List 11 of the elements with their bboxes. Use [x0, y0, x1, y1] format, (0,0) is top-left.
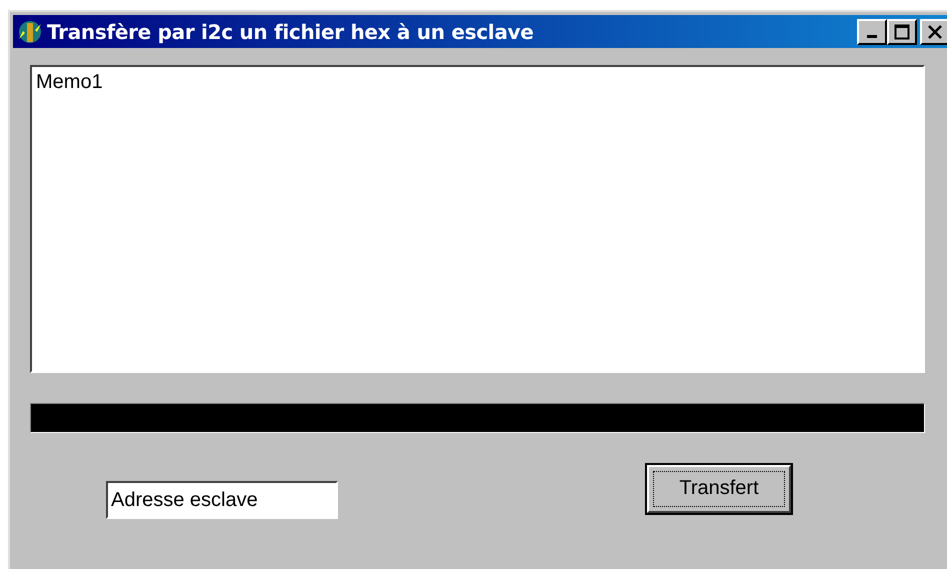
app-icon: [17, 18, 43, 44]
minimize-button[interactable]: [857, 18, 887, 44]
minimize-icon: [867, 35, 877, 38]
address-field[interactable]: Adresse esclave: [106, 481, 338, 519]
maximize-icon: [894, 24, 910, 40]
maximize-button[interactable]: [887, 18, 917, 44]
window-title: Transfère par i2c un fichier hex à un esclave: [47, 20, 535, 44]
close-icon: [927, 24, 943, 40]
transfer-button[interactable]: Transfert: [647, 465, 791, 513]
close-button[interactable]: [920, 18, 947, 44]
memo-field[interactable]: Memo1: [30, 65, 925, 373]
